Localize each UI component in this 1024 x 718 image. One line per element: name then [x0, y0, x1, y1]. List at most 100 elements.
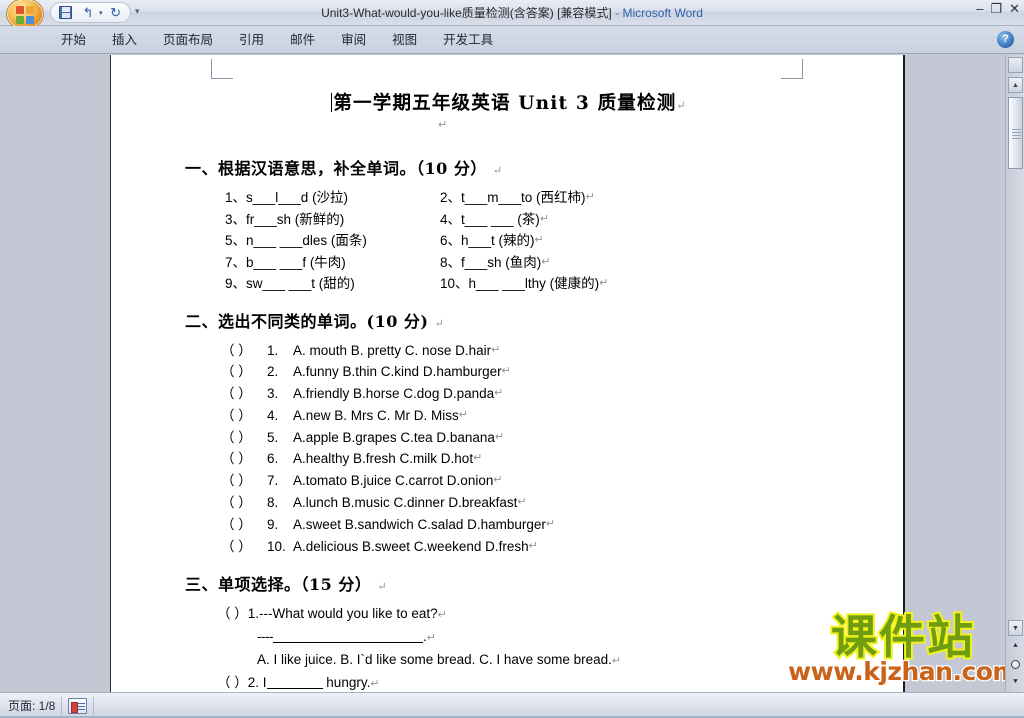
next-page-button[interactable]: ⯆: [1008, 674, 1023, 690]
question-number: 6.: [267, 448, 293, 470]
save-button[interactable]: [55, 4, 75, 21]
ribbon-tab-bar: 开始 插入 页面布局 引用 邮件 审阅 视图 开发工具 ?: [0, 26, 1024, 54]
document-page[interactable]: 第一学期五年级英语 Unit 3 质量检测↵ ↵ 一、根据汉语意思，补全单词。（…: [110, 55, 905, 692]
choice-row: （ ） 10. A.delicious B.sweet C.weekend D.…: [221, 536, 844, 558]
question-number: 3.: [267, 383, 293, 405]
select-browse-object-button[interactable]: [1008, 656, 1023, 672]
help-icon[interactable]: ?: [997, 31, 1014, 48]
tab-view[interactable]: 视图: [379, 26, 430, 54]
window-title-document: Unit3-What-would-you-like质量检测(含答案) [兼容模式…: [321, 6, 612, 20]
pilcrow-mark: ↵: [546, 514, 555, 536]
section-1-items: 1、s___l___d (沙拉) 2、t___m___to (西红柿) ↵ 3、…: [225, 187, 844, 295]
answer-blank[interactable]: （ ）: [217, 606, 248, 621]
pilcrow-mark: ↵: [459, 405, 468, 427]
pilcrow-mark: ↵: [535, 230, 544, 252]
vocab-row: 5、n___ ___dles (面条) 6、h___t (辣的) ↵: [225, 230, 844, 252]
minimize-button[interactable]: –: [976, 3, 983, 15]
question-text-tail: hungry.: [326, 675, 370, 690]
answer-blank[interactable]: （ ）: [221, 470, 267, 492]
question-text: 1.---What would you like to eat?: [248, 606, 438, 621]
document-workspace: 第一学期五年级英语 Unit 3 质量检测↵ ↵ 一、根据汉语意思，补全单词。（…: [0, 55, 1024, 692]
tab-review[interactable]: 审阅: [328, 26, 379, 54]
choice-row: （ ） 4. A.new B. Mrs C. Mr D. Miss ↵: [221, 405, 844, 427]
vocab-item: 9、sw___ ___t (甜的): [225, 273, 440, 295]
answer-line-row: ----.↵: [257, 626, 844, 649]
tab-page-layout[interactable]: 页面布局: [150, 26, 226, 54]
question-options: A.healthy B.fresh C.milk D.hot: [293, 448, 473, 470]
pilcrow-mark: ↵: [435, 317, 444, 330]
pilcrow-mark: ↵: [529, 536, 538, 558]
question-options: A.sweet B.sandwich C.salad D.hamburger: [293, 514, 546, 536]
vocab-row: 7、b___ ___f (牛肉) 8、f___sh (鱼肉) ↵: [225, 252, 844, 274]
browse-object-icon: [1011, 660, 1020, 669]
question-options: A.delicious B.sweet C.weekend D.fresh: [293, 536, 529, 558]
tab-home[interactable]: 开始: [48, 26, 99, 54]
vocab-item: 6、h___t (辣的): [440, 230, 535, 252]
page-indicator[interactable]: 页面: 1/8: [8, 697, 55, 714]
pilcrow-mark: ↵: [493, 470, 502, 492]
choice-row: （ ） 5. A.apple B.grapes C.tea D.banana ↵: [221, 427, 844, 449]
choice-row: （ ） 3. A.friendly B.horse C.dog D.panda …: [221, 383, 844, 405]
answer-blank[interactable]: （ ）: [221, 427, 267, 449]
question-options: A.funny B.thin C.kind D.hamburger: [293, 361, 502, 383]
vertical-scrollbar[interactable]: ▲ ▼ ⯅ ⯆: [1005, 55, 1024, 692]
scroll-down-button[interactable]: ▼: [1008, 620, 1023, 636]
pilcrow-mark: ↵: [517, 492, 526, 514]
previous-page-button[interactable]: ⯅: [1008, 638, 1023, 654]
question-options: A.tomato B.juice C.carrot D.onion: [293, 470, 493, 492]
answer-blank[interactable]: （ ）: [221, 448, 267, 470]
restore-button[interactable]: ❐: [990, 3, 1002, 15]
question-number: 4.: [267, 405, 293, 427]
close-button[interactable]: ✕: [1009, 3, 1020, 15]
window-title: Unit3-What-would-you-like质量检测(含答案) [兼容模式…: [0, 4, 1024, 21]
answer-blank[interactable]: （ ）: [221, 536, 267, 558]
vocab-item: 4、t___ ___ (茶): [440, 209, 540, 231]
status-divider: [93, 697, 94, 715]
tab-developer[interactable]: 开发工具: [430, 26, 506, 54]
section-3-heading: 三、单项选择。（15 分） ↵: [185, 571, 844, 595]
answer-blank[interactable]: （ ）: [217, 675, 248, 690]
undo-dropdown-button[interactable]: ▾: [99, 9, 103, 17]
answer-blank[interactable]: （ ）: [221, 492, 267, 514]
question-number: 5.: [267, 427, 293, 449]
pilcrow-mark: ↵: [541, 252, 550, 274]
scroll-up-button[interactable]: ▲: [1008, 77, 1023, 93]
tab-references[interactable]: 引用: [226, 26, 277, 54]
vocab-row: 1、s___l___d (沙拉) 2、t___m___to (西红柿) ↵: [225, 187, 844, 209]
customize-qat-button[interactable]: ▾: [135, 6, 140, 17]
choice-row: （ ） 6. A.healthy B.fresh C.milk D.hot ↵: [221, 448, 844, 470]
split-window-button[interactable]: [1008, 57, 1023, 73]
answer-blank[interactable]: （ ）: [221, 340, 267, 362]
vocab-item: 5、n___ ___dles (面条): [225, 230, 440, 252]
document-content[interactable]: 第一学期五年级英语 Unit 3 质量检测↵ ↵ 一、根据汉语意思，补全单词。（…: [111, 55, 906, 692]
question-number: 2.: [267, 361, 293, 383]
document-map-icon[interactable]: [68, 698, 87, 714]
answer-blank[interactable]: （ ）: [221, 361, 267, 383]
question-row: （ ）1.---What would you like to eat?↵: [217, 603, 844, 626]
choice-row: （ ） 8. A.lunch B.music C.dinner D.breakf…: [221, 492, 844, 514]
fill-in-blank[interactable]: [273, 642, 423, 643]
answer-blank[interactable]: （ ）: [221, 383, 267, 405]
question-number: 10.: [267, 536, 293, 558]
undo-icon: ↰: [83, 5, 94, 21]
pilcrow-mark: ↵: [676, 99, 685, 112]
vocab-item: 2、t___m___to (西红柿): [440, 187, 586, 209]
question-options: A.lunch B.music C.dinner D.breakfast: [293, 492, 517, 514]
answer-blank[interactable]: （ ）: [221, 514, 267, 536]
answer-blank[interactable]: （ ）: [221, 405, 267, 427]
document-heading: 第一学期五年级英语 Unit 3 质量检测↵: [173, 89, 844, 115]
tab-mailings[interactable]: 邮件: [277, 26, 328, 54]
undo-button[interactable]: ↰: [78, 4, 98, 21]
pilcrow-mark: ↵: [494, 383, 503, 405]
pilcrow-mark: ↵: [586, 187, 595, 209]
pilcrow-mark: ↵: [427, 632, 436, 644]
redo-button[interactable]: ↻: [106, 4, 126, 21]
tab-insert[interactable]: 插入: [99, 26, 150, 54]
pilcrow-mark: ↵: [599, 273, 608, 295]
question-number: 8.: [267, 492, 293, 514]
fill-in-blank[interactable]: [267, 688, 323, 689]
pilcrow-mark: ↵: [493, 164, 502, 177]
question-number: 1.: [267, 340, 293, 362]
vocab-item: 10、h___ ___lthy (健康的): [440, 273, 599, 295]
scrollbar-thumb[interactable]: [1008, 97, 1023, 169]
